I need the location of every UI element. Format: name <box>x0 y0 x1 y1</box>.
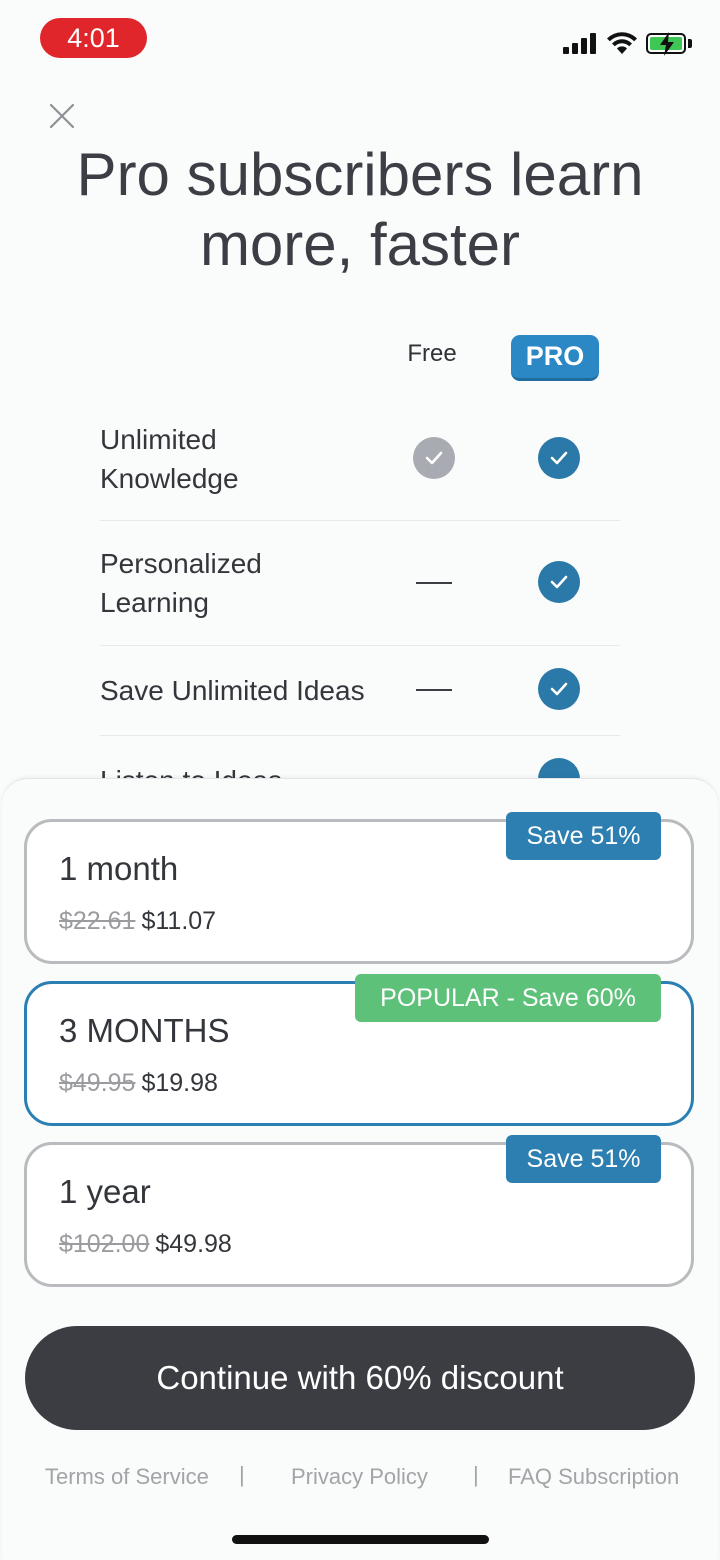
feature-label-line: Learning <box>100 587 209 618</box>
plan-title: 1 year <box>59 1173 151 1210</box>
plan-option-1-month[interactable]: 1 month $22.61 $11.07 Save 51% <box>24 812 694 964</box>
pro-check-icon <box>538 437 580 479</box>
close-icon[interactable] <box>46 100 78 132</box>
feature-row-personalized-learning: Personalized Learning <box>100 521 620 646</box>
battery-nub <box>688 39 692 48</box>
plan-price: $22.61 $11.07 <box>59 907 216 936</box>
charging-bolt-icon <box>660 32 674 56</box>
savings-badge: Save 51% <box>506 812 661 860</box>
plan-option-3-months[interactable]: 3 MONTHS $49.95 $19.98 POPULAR - Save 60% <box>24 974 694 1126</box>
free-column-header: Free <box>407 340 457 367</box>
footer-separator: | <box>473 1462 479 1487</box>
feature-row-unlimited-knowledge: Unlimited Knowledge <box>100 418 620 521</box>
status-time: 4:01 <box>40 18 147 58</box>
feature-label-line: Personalized <box>100 548 262 579</box>
plan-new-price: $11.07 <box>141 907 217 935</box>
plan-title: 3 MONTHS <box>59 1012 230 1049</box>
wifi-icon <box>607 32 637 54</box>
page-title: Pro subscribers learn more, faster <box>0 140 720 280</box>
savings-badge: Save 51% <box>506 1135 661 1183</box>
title-line-2: more, faster <box>199 211 521 278</box>
popular-badge: POPULAR - Save 60% <box>355 974 661 1022</box>
footer-separator: | <box>239 1462 245 1487</box>
plan-option-1-year[interactable]: 1 year $102.00 $49.98 Save 51% <box>24 1135 694 1287</box>
home-indicator <box>232 1535 489 1544</box>
free-dash-icon <box>416 582 452 584</box>
plan-title: 1 month <box>59 850 179 887</box>
feature-label: Unlimited Knowledge <box>100 420 239 498</box>
pro-column-badge: PRO <box>511 335 599 381</box>
faq-subscription-link[interactable]: FAQ Subscription <box>508 1464 679 1490</box>
plan-price: $49.95 $19.98 <box>59 1069 218 1098</box>
pro-check-icon <box>538 561 580 603</box>
plan-old-price: $22.61 <box>59 907 136 935</box>
privacy-policy-link[interactable]: Privacy Policy <box>291 1464 428 1490</box>
feature-row-save-unlimited-ideas: Save Unlimited Ideas <box>100 646 620 736</box>
feature-label: Personalized Learning <box>100 544 262 622</box>
feature-label-line: Knowledge <box>100 463 239 494</box>
plan-old-price: $102.00 <box>59 1230 150 1258</box>
pro-check-icon <box>538 668 580 710</box>
plan-price: $102.00 $49.98 <box>59 1230 232 1259</box>
title-line-1: Pro subscribers learn <box>76 141 644 208</box>
free-check-icon <box>413 437 455 479</box>
terms-of-service-link[interactable]: Terms of Service <box>45 1464 209 1490</box>
feature-label: Save Unlimited Ideas <box>100 675 365 706</box>
status-bar: 4:01 <box>0 0 720 80</box>
plan-old-price: $49.95 <box>59 1069 136 1097</box>
feature-label-line: Unlimited <box>100 424 217 455</box>
plan-new-price: $49.98 <box>155 1230 232 1258</box>
plan-new-price: $19.98 <box>141 1069 218 1097</box>
free-dash-icon <box>416 689 452 691</box>
continue-button[interactable]: Continue with 60% discount <box>25 1326 695 1430</box>
cellular-signal-icon <box>563 32 599 54</box>
